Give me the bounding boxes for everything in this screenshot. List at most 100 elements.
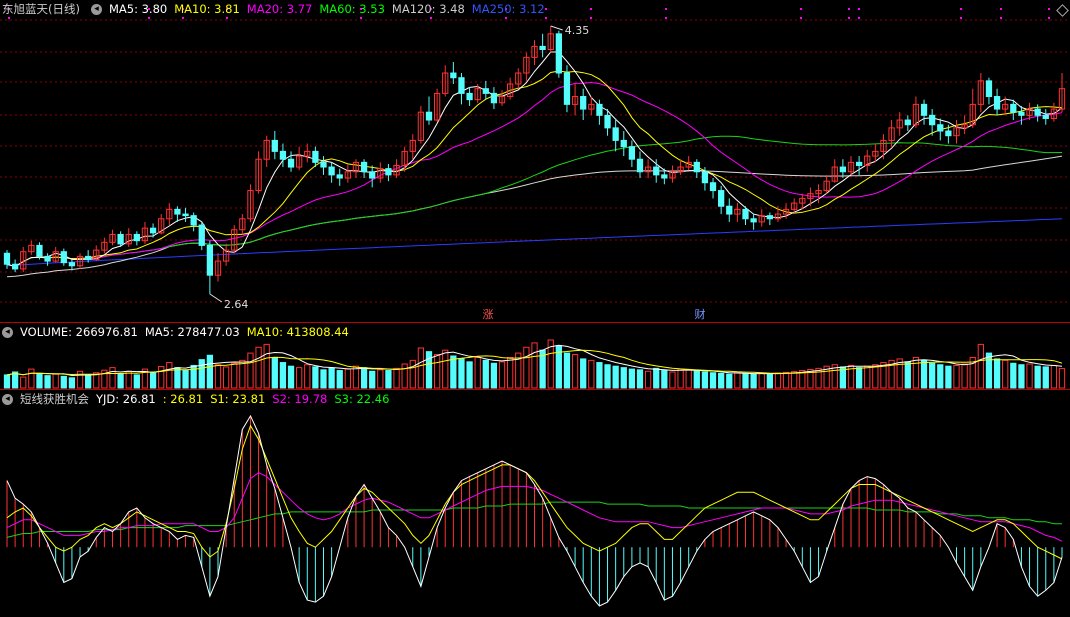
volume-bar (182, 370, 189, 389)
volume-bar (133, 374, 140, 389)
volume-bar (661, 370, 668, 389)
volume-bar (377, 369, 384, 389)
candle-body (425, 111, 433, 121)
volume-bar (60, 375, 67, 389)
volume-bar (612, 365, 619, 389)
candle-body (68, 262, 76, 267)
volume-bar (279, 362, 287, 389)
ma5-label: MA5: 3.80 (108, 2, 168, 16)
volume-bar (231, 362, 238, 389)
candle-body (839, 166, 847, 173)
volume-bar (653, 367, 660, 389)
signal-marker-bottom (848, 17, 850, 19)
s2-label: S2: 19.78 (272, 392, 328, 406)
volume-bar (904, 361, 911, 389)
high-price-label: 4.35 (565, 24, 590, 37)
candle-body (726, 205, 733, 215)
signal-marker-top (590, 8, 592, 10)
volume-bar (766, 373, 773, 389)
candle-body (1042, 114, 1049, 119)
candle-body (360, 161, 368, 173)
candle-body (149, 227, 157, 234)
volume-bar (11, 371, 19, 389)
ma20-line (6, 81, 1063, 268)
volume-bar (620, 367, 627, 389)
volume-bar (336, 370, 343, 389)
candle-body (937, 124, 944, 132)
volume-bar (417, 347, 425, 389)
signal-marker-top (848, 8, 850, 10)
candle-body (596, 103, 603, 116)
candle-body (636, 158, 644, 173)
candle-body (328, 166, 335, 176)
candle-body (60, 251, 67, 264)
volume-bar (263, 343, 270, 389)
candle-body (612, 127, 619, 141)
signal-marker-top (960, 8, 962, 10)
high-pointer (550, 25, 563, 31)
volume-bar (482, 359, 489, 389)
volume-ma5-label: MA5: 278477.03 (144, 325, 240, 339)
volume-bar (214, 364, 222, 389)
candle-body (279, 150, 287, 160)
volume-bar (531, 342, 538, 389)
candle-body (336, 174, 343, 179)
ma120-line (6, 155, 1063, 278)
candle-body (904, 119, 911, 126)
signal-marker-top (1048, 8, 1050, 10)
volume-bar (596, 362, 603, 389)
volume-bar (669, 371, 676, 389)
stock-title: 东旭蓝天(日线) (2, 2, 80, 16)
volume-collapse-circle-icon[interactable]: ◂ (2, 326, 13, 338)
volume-bar (320, 369, 327, 389)
candle-body (563, 72, 571, 105)
signal-marker-bottom (800, 17, 802, 19)
candle-body (555, 33, 562, 74)
ma10-label: MA10: 3.81 (174, 2, 240, 16)
volume-label: VOLUME: 266976.81 (20, 325, 138, 339)
volume-bar (580, 358, 587, 389)
candle-body (929, 114, 936, 126)
volume-bar (855, 367, 863, 389)
volume-bar (425, 351, 433, 389)
volume-bar (255, 346, 262, 389)
volume-bar (490, 362, 498, 389)
candle-body (718, 190, 725, 207)
volume-bar (604, 364, 611, 389)
collapse-circle-icon[interactable]: ◂ (90, 3, 102, 15)
volume-bar (709, 372, 717, 389)
volume-bar (718, 372, 725, 389)
yjd-value-label: : 26.81 (162, 392, 204, 406)
ma250-label: MA250: 3.12 (471, 2, 545, 16)
candle-body (1018, 111, 1025, 116)
candle-body (174, 208, 181, 215)
volume-bar (239, 359, 246, 389)
volume-bar (296, 367, 303, 389)
volume-bar (158, 366, 165, 389)
candle-body (271, 139, 278, 152)
candle-body (320, 161, 327, 168)
ma20-label: MA20: 3.77 (246, 2, 313, 16)
volume-bar (701, 371, 709, 389)
signal-marker-bottom (590, 17, 592, 19)
candle-body (133, 233, 140, 242)
volume-bar (815, 367, 822, 389)
volume-bar (409, 359, 416, 389)
candle-body (490, 92, 498, 104)
candle-body (190, 215, 197, 226)
chart-svg[interactable]: 4.35 2.64 涨 财 (0, 0, 1070, 613)
signal-marker-top (800, 8, 802, 10)
volume-bar (953, 364, 960, 389)
ma120-label: MA120: 3.48 (391, 2, 465, 16)
yjd-label: YJD: 26.81 (96, 392, 156, 406)
ma60-label: MA60: 3.53 (319, 2, 385, 16)
volume-bar (1042, 366, 1049, 389)
volume-bar (174, 367, 181, 389)
volume-bar (20, 376, 27, 389)
volume-bar (222, 366, 230, 389)
volume-bar (393, 367, 400, 389)
indicator-collapse-circle-icon[interactable]: ◂ (2, 393, 13, 405)
volume-bar (742, 372, 749, 389)
volume-bar (734, 372, 741, 389)
chart-canvas[interactable]: 4.35 2.64 涨 财 (0, 0, 1070, 613)
